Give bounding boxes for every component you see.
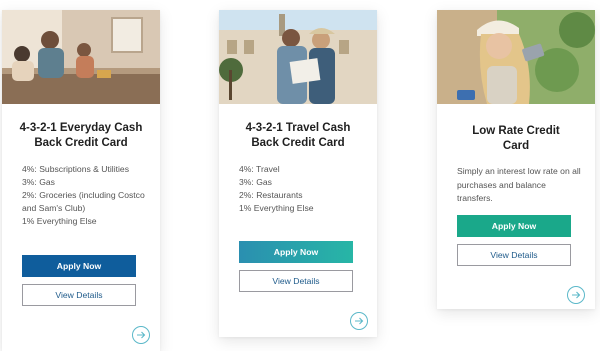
feature-item: 2%: Groceries (including Costco and Sam'… bbox=[22, 190, 145, 213]
view-details-button[interactable]: View Details bbox=[239, 270, 353, 292]
card-title: 4-3-2-1 Everyday Cash Back Credit Card bbox=[19, 122, 143, 149]
apply-now-button[interactable]: Apply Now bbox=[457, 215, 571, 237]
card-title: 4-3-2-1 Travel Cash Back Credit Card bbox=[245, 122, 351, 149]
feature-item: 4%: Subscriptions & Utilities bbox=[22, 164, 129, 174]
card-title: Low Rate Credit Card bbox=[472, 125, 560, 152]
view-details-button[interactable]: View Details bbox=[457, 244, 571, 266]
view-details-button[interactable]: View Details bbox=[22, 284, 136, 306]
arrow-right-icon[interactable] bbox=[350, 312, 368, 330]
feature-item: 1% Everything Else bbox=[239, 203, 314, 213]
credit-card-offer-travel: 4-3-2-1 Travel Cash Back Credit Card 4%:… bbox=[219, 10, 377, 337]
credit-card-offer-everyday: 4-3-2-1 Everyday Cash Back Credit Card 4… bbox=[2, 10, 160, 351]
kitchen-family-photo bbox=[2, 10, 160, 104]
apply-now-button[interactable]: Apply Now bbox=[239, 241, 353, 263]
arrow-right-icon[interactable] bbox=[567, 286, 585, 304]
feature-item: 4%: Travel bbox=[239, 164, 280, 174]
feature-item: 1% Everything Else bbox=[22, 216, 97, 226]
feature-item: 3%: Gas bbox=[239, 177, 272, 187]
feature-list: 4%: Subscriptions & Utilities 3%: Gas 2%… bbox=[22, 163, 160, 228]
feature-item: 3%: Gas bbox=[22, 177, 55, 187]
credit-card-offer-low-rate: Low Rate Credit Card Simply an interest … bbox=[437, 10, 595, 309]
arrow-right-icon[interactable] bbox=[132, 326, 150, 344]
feature-list: 4%: Travel 3%: Gas 2%: Restaurants 1% Ev… bbox=[239, 163, 377, 215]
card-description: Simply an interest low rate on all purch… bbox=[457, 166, 581, 203]
woman-holding-card-photo bbox=[437, 10, 595, 104]
apply-now-button[interactable]: Apply Now bbox=[22, 255, 136, 277]
feature-item: 2%: Restaurants bbox=[239, 190, 303, 200]
travel-couple-photo bbox=[219, 10, 377, 104]
